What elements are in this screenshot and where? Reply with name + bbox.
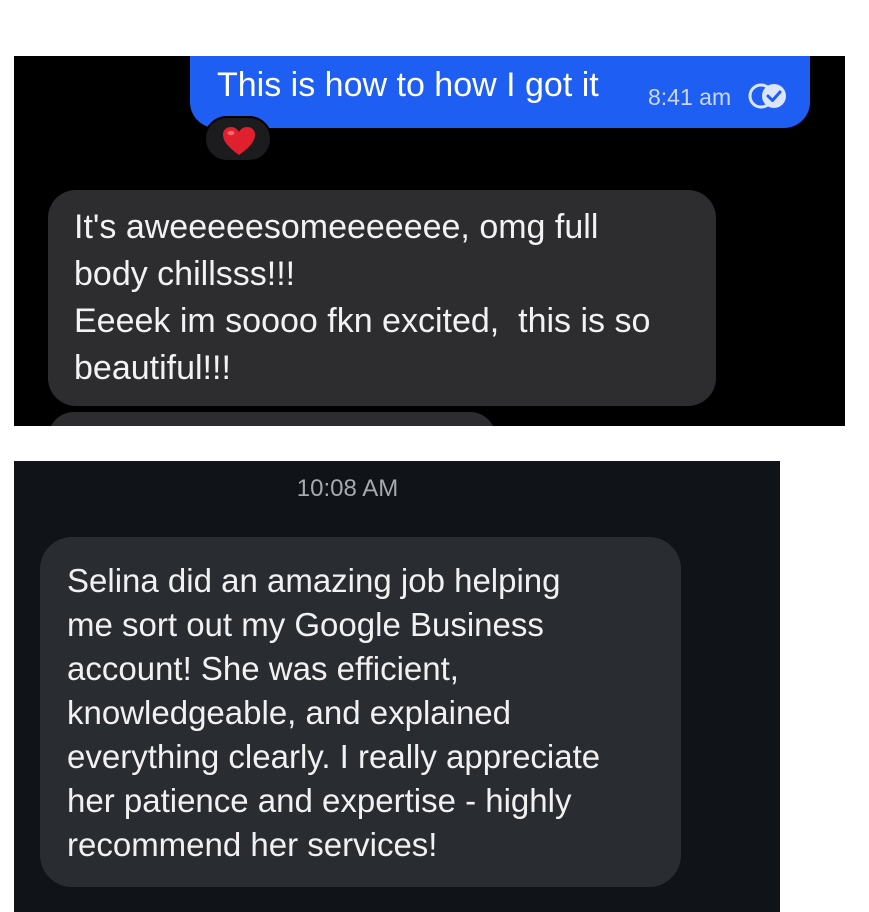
message-line: body chillsss!!!: [74, 255, 296, 293]
incoming-message-bubble[interactable]: It's aweeeeesomeeeeeee, omg full body ch…: [48, 190, 716, 406]
message-line: account! She was efficient,: [67, 650, 459, 687]
message-line: Selina did an amazing job helping: [67, 562, 561, 599]
message-line: recommend her services!: [67, 826, 438, 863]
incoming-message-bubble-partial[interactable]: [48, 412, 496, 426]
message-line: Eeeek im soooo fkn excited, this is so: [74, 302, 651, 340]
chat-screenshot-2: 10:08 AM Selina did an amazing job helpi…: [14, 461, 780, 912]
review-message-bubble[interactable]: Selina did an amazing job helping me sor…: [40, 537, 681, 887]
incoming-message-text: It's aweeeeesomeeeeeee, omg full body ch…: [74, 204, 650, 392]
outgoing-message-text: This is how to how I got it: [217, 66, 599, 104]
message-line: knowledgeable, and explained: [67, 694, 512, 731]
chat-screenshot-1: This is how to how I got it 8:41 am It's…: [14, 56, 845, 426]
outgoing-message-bubble[interactable]: This is how to how I got it 8:41 am: [190, 56, 810, 128]
thread-timestamp: 10:08 AM: [296, 475, 399, 502]
message-line: me sort out my Google Business: [67, 606, 544, 643]
review-message-text: Selina did an amazing job helping me sor…: [67, 559, 600, 867]
message-line: everything clearly. I really appreciate: [67, 738, 601, 775]
message-line: It's aweeeeesomeeeeeee, omg full: [74, 208, 599, 246]
message-time: 8:41 am: [648, 84, 732, 110]
message-line: her patience and expertise - highly: [67, 782, 572, 819]
heart-icon: [223, 127, 255, 155]
double-check-circle-icon: [748, 83, 786, 109]
message-line: beautiful!!!: [74, 349, 231, 387]
reaction-badge[interactable]: [204, 116, 272, 162]
